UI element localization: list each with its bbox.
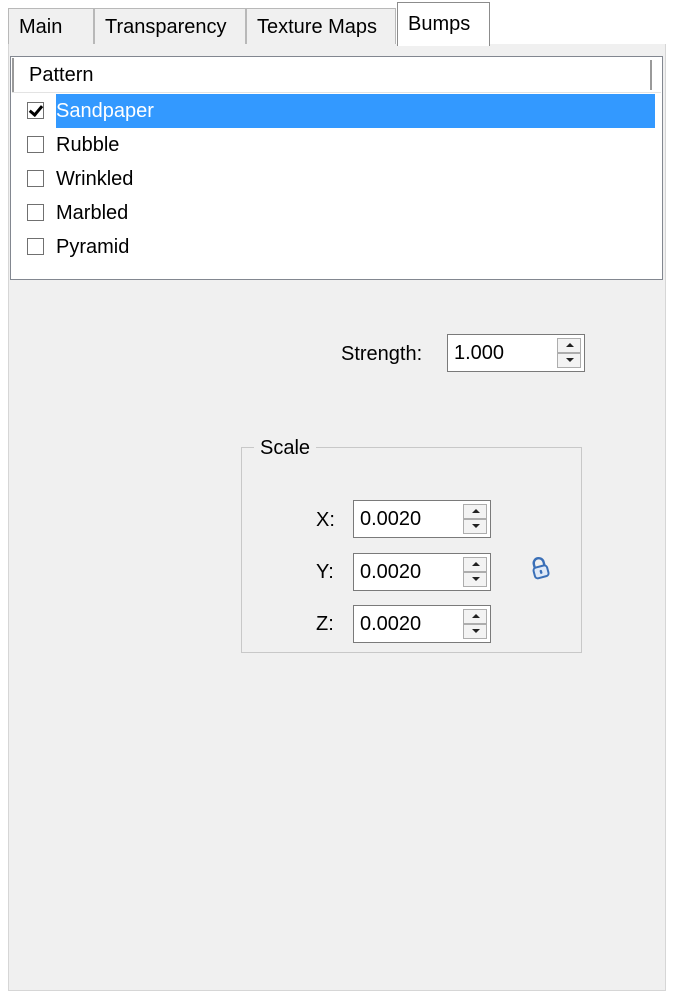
scale-y-down-button[interactable] — [463, 572, 487, 587]
checkbox-sandpaper[interactable] — [27, 102, 44, 119]
pattern-rows: Sandpaper Rubble Wrinkled Marbled Pyrami… — [12, 94, 661, 264]
scale-z-down-button[interactable] — [463, 624, 487, 639]
scale-x-down-button[interactable] — [463, 519, 487, 534]
pattern-list[interactable]: Pattern Sandpaper Rubble Wrinkled Marble… — [10, 56, 663, 280]
strength-spinner[interactable]: 1.000 — [447, 334, 585, 372]
tab-transparency[interactable]: Transparency — [94, 8, 246, 44]
tab-strip: Main Transparency Texture Maps Bumps — [0, 0, 673, 46]
scale-group-title: Scale — [254, 434, 317, 462]
list-item-wrinkled[interactable]: Wrinkled — [14, 162, 661, 196]
scale-y-up-button[interactable] — [463, 557, 487, 572]
scale-z-value: 0.0020 — [360, 613, 422, 635]
checkbox-pyramid[interactable] — [27, 238, 44, 255]
checkbox-wrinkled[interactable] — [27, 170, 44, 187]
scale-x-spinner[interactable]: 0.0020 — [353, 500, 491, 538]
column-divider — [650, 60, 655, 90]
scale-x-value: 0.0020 — [360, 508, 422, 530]
lock-icon[interactable] — [530, 556, 550, 580]
scale-z-up-button[interactable] — [463, 609, 487, 624]
list-item-rubble[interactable]: Rubble — [14, 128, 661, 162]
scale-z-spinner[interactable]: 0.0020 — [353, 605, 491, 643]
scale-z-label: Z: — [316, 613, 334, 635]
tab-texture-maps[interactable]: Texture Maps — [246, 8, 396, 44]
strength-down-button[interactable] — [557, 353, 581, 368]
pattern-list-header: Pattern — [12, 58, 661, 93]
tab-main[interactable]: Main — [8, 8, 94, 44]
strength-label: Strength: — [341, 343, 423, 365]
list-item-sandpaper[interactable]: Sandpaper — [14, 94, 655, 128]
scale-x-label: X: — [316, 509, 335, 531]
checkbox-marbled[interactable] — [27, 204, 44, 221]
scale-y-label: Y: — [316, 561, 334, 583]
list-item-label: Pyramid — [56, 236, 130, 258]
strength-value: 1.000 — [454, 342, 505, 364]
checkbox-rubble[interactable] — [27, 136, 44, 153]
list-item-label: Sandpaper — [56, 100, 154, 122]
pattern-column-header[interactable]: Pattern — [12, 58, 652, 92]
list-item-marbled[interactable]: Marbled — [14, 196, 661, 230]
scale-x-up-button[interactable] — [463, 504, 487, 519]
scale-y-spinner[interactable]: 0.0020 — [353, 553, 491, 591]
tab-bumps[interactable]: Bumps — [397, 2, 490, 46]
list-item-label: Marbled — [56, 202, 129, 224]
strength-up-button[interactable] — [557, 338, 581, 353]
scale-y-value: 0.0020 — [360, 561, 422, 583]
list-item-label: Rubble — [56, 134, 120, 156]
list-item-pyramid[interactable]: Pyramid — [14, 230, 661, 264]
list-item-label: Wrinkled — [56, 168, 134, 190]
